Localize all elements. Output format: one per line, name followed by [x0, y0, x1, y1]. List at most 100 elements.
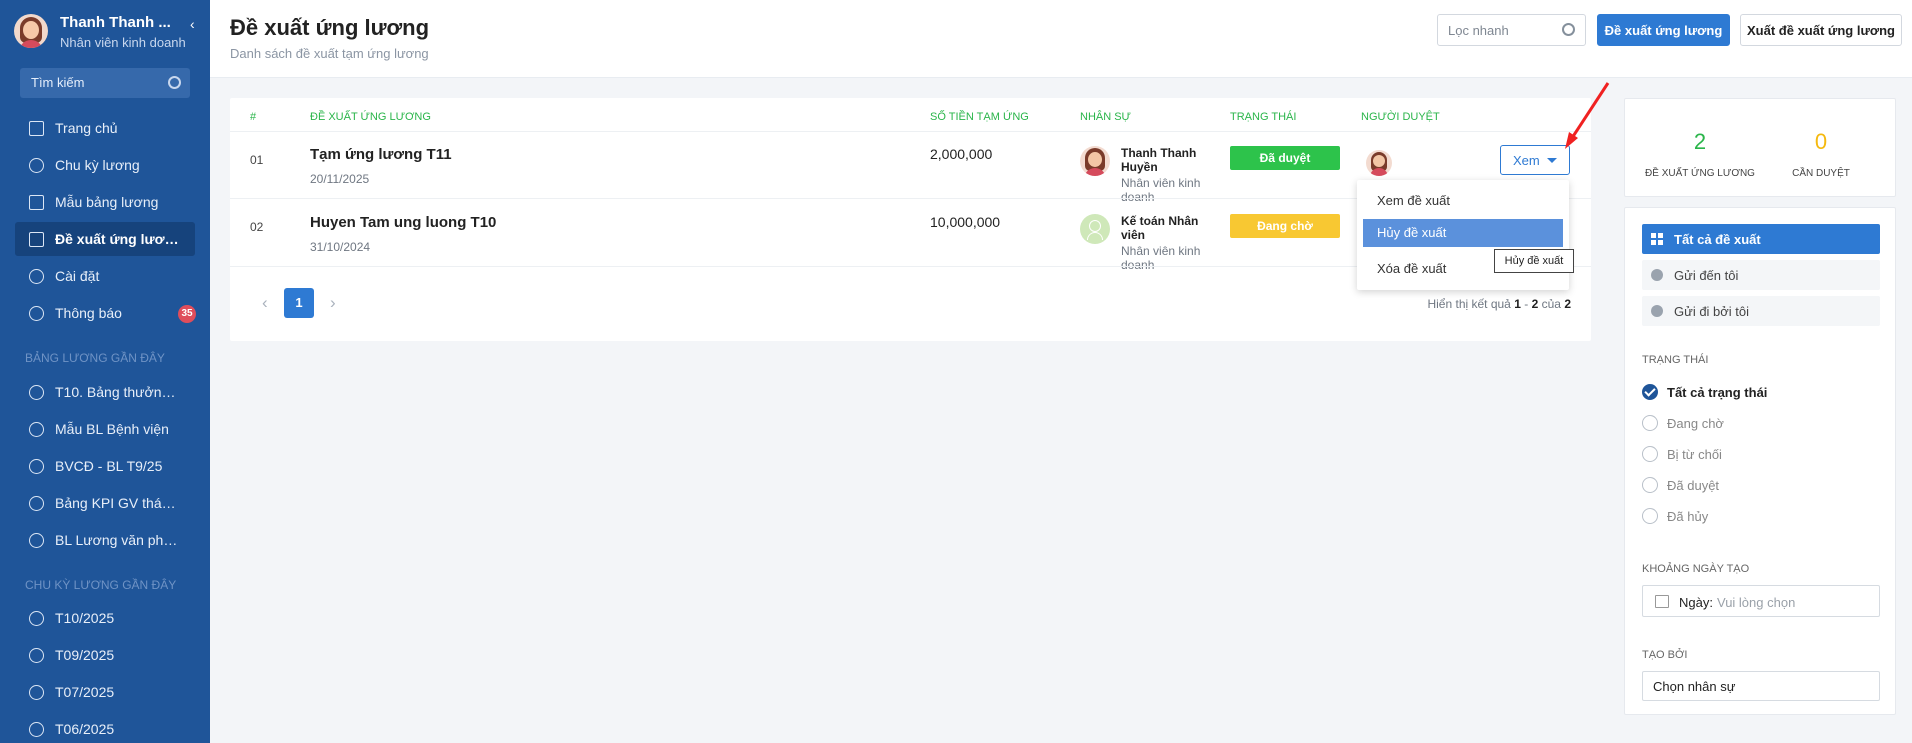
sidebar-item-payroll-template[interactable]: Mẫu bảng lương: [15, 185, 195, 219]
status-radio-approved[interactable]: [1642, 477, 1658, 493]
date-placeholder: Vui lòng chọn: [1717, 595, 1796, 610]
previous-page-icon[interactable]: ‹: [262, 293, 268, 313]
grid-icon: [1651, 233, 1663, 245]
sidebar-item-label: Mẫu bảng lương: [55, 194, 159, 210]
status-radio-pending[interactable]: [1642, 415, 1658, 431]
send-icon: [1651, 305, 1663, 317]
export-advance-button[interactable]: Xuất đề xuất ứng lương: [1740, 14, 1902, 46]
sidebar-item-advance-request[interactable]: Đề xuất ứng lương: [15, 222, 195, 256]
search-icon[interactable]: [1562, 23, 1575, 36]
status-badge: Đang chờ: [1230, 214, 1340, 238]
results-total: 2: [1564, 297, 1571, 311]
employee-role: Nhân viên kinh doanh: [1121, 244, 1201, 272]
recent-cycle-item[interactable]: T07/2025: [15, 675, 195, 709]
document-icon: [29, 232, 44, 247]
cycle-icon: [29, 722, 44, 737]
status-label-pending[interactable]: Đang chờ: [1667, 416, 1724, 431]
annotation-arrow: [1565, 82, 1610, 149]
cycle-icon: [29, 648, 44, 663]
cycle-icon: [29, 685, 44, 700]
date-label: Ngày:: [1679, 595, 1713, 610]
sidebar-search-placeholder: Tìm kiếm: [31, 75, 85, 90]
sidebar-item-label: T10. Bảng thưởng ...: [55, 384, 180, 400]
recent-payroll-item[interactable]: T10. Bảng thưởng ...: [15, 375, 195, 409]
total-requests-label: ĐỀ XUẤT ỨNG LƯƠNG: [1645, 168, 1755, 179]
status-label-approved[interactable]: Đã duyệt: [1667, 478, 1719, 493]
page-header: Đề xuất ứng lương Danh sách đề xuất tạm …: [210, 0, 1912, 78]
sidebar-search-input[interactable]: Tìm kiếm: [20, 68, 190, 98]
quick-filter-placeholder: Lọc nhanh: [1448, 23, 1509, 38]
created-by-select[interactable]: Chọn nhân sự: [1642, 671, 1880, 701]
filter-sent-to-me[interactable]: Gửi đến tôi: [1642, 260, 1880, 290]
sidebar-item-label: Chu kỳ lương: [55, 157, 140, 173]
dollar-icon: [29, 385, 44, 400]
create-advance-button[interactable]: Đề xuất ứng lương: [1597, 14, 1730, 46]
cancel-request-tooltip: Hủy đề xuất: [1494, 249, 1574, 273]
row-index: 02: [250, 220, 264, 234]
sidebar-item-label: Đề xuất ứng lương: [55, 231, 180, 247]
results-summary: Hiển thị kết quả 1 - 2 của 2: [1427, 297, 1571, 311]
recent-payroll-item[interactable]: BL Lương văn phòng: [15, 523, 195, 557]
collapse-sidebar-icon[interactable]: ‹: [190, 16, 195, 32]
search-icon[interactable]: [168, 76, 181, 89]
view-action-label: Xem: [1513, 152, 1540, 168]
request-title[interactable]: Huyen Tam ung luong T10: [310, 214, 496, 231]
column-header-employee: NHÂN SỰ: [1080, 111, 1131, 123]
results-separator: -: [1524, 297, 1529, 311]
employee-avatar: [1080, 214, 1110, 244]
recent-cycle-item[interactable]: T09/2025: [15, 638, 195, 672]
menu-item-view-request[interactable]: Xem đề xuất: [1363, 187, 1563, 215]
bell-icon: [29, 306, 44, 321]
recent-cycle-item[interactable]: T06/2025: [15, 712, 195, 743]
filter-sent-by-me[interactable]: Gửi đi bởi tôi: [1642, 296, 1880, 326]
sidebar-item-label: BL Lương văn phòng: [55, 532, 180, 548]
status-label-cancelled[interactable]: Đã hủy: [1667, 509, 1708, 524]
employee-avatar: [1080, 146, 1110, 176]
status-radio-rejected[interactable]: [1642, 446, 1658, 462]
column-header-status: TRẠNG THÁI: [1230, 111, 1297, 123]
recent-payroll-title: BẢNG LƯƠNG GẦN ĐÂY: [25, 351, 165, 365]
recent-payroll-item[interactable]: BVCĐ - BL T9/25: [15, 449, 195, 483]
status-badge: Đã duyệt: [1230, 146, 1340, 170]
sidebar: Thanh Thanh ... Nhân viên kinh doanh ‹ T…: [0, 0, 210, 743]
date-range-picker[interactable]: Ngày: Vui lòng chọn: [1642, 585, 1880, 617]
sidebar-item-home[interactable]: Trang chủ: [15, 111, 195, 145]
sidebar-item-salary-cycle[interactable]: Chu kỳ lương: [15, 148, 195, 182]
employee-role: Nhân viên kinh doanh: [1121, 176, 1201, 204]
dollar-icon: [29, 422, 44, 437]
menu-item-cancel-request[interactable]: Hủy đề xuất: [1363, 219, 1563, 247]
summary-panel: 2 ĐỀ XUẤT ỨNG LƯƠNG 0 CẦN DUYỆT: [1624, 98, 1896, 197]
quick-filter-input[interactable]: Lọc nhanh: [1437, 14, 1586, 46]
dollar-icon: [29, 496, 44, 511]
recent-payroll-item[interactable]: Mẫu BL Bệnh viện: [15, 412, 195, 446]
sidebar-item-label: Mẫu BL Bệnh viện: [55, 421, 169, 437]
home-icon: [29, 121, 44, 136]
column-header-index: #: [250, 111, 257, 123]
recent-cycle-item[interactable]: T10/2025: [15, 601, 195, 635]
sidebar-item-label: Thông báo: [55, 305, 122, 321]
status-label-all[interactable]: Tất cả trạng thái: [1667, 385, 1767, 400]
column-header-amount: SỐ TIỀN TẠM ỨNG: [930, 111, 1029, 123]
recent-cycle-title: CHU KỲ LƯƠNG GẦN ĐÂY: [25, 578, 177, 592]
page-number-button[interactable]: 1: [284, 288, 314, 318]
page-subtitle: Danh sách đề xuất tạm ứng lương: [230, 46, 429, 61]
status-radio-all[interactable]: [1642, 384, 1658, 400]
results-to: 2: [1531, 297, 1539, 311]
sidebar-item-label: Bảng KPI GV tháng...: [55, 495, 180, 511]
dollar-icon: [29, 533, 44, 548]
recent-payroll-item[interactable]: Bảng KPI GV tháng...: [15, 486, 195, 520]
status-label-rejected[interactable]: Bị từ chối: [1667, 447, 1722, 462]
chevron-down-icon: [1547, 158, 1557, 163]
pending-approval-label: CẦN DUYỆT: [1792, 168, 1850, 179]
next-page-icon[interactable]: ›: [330, 293, 336, 313]
info-icon: [1651, 269, 1663, 281]
sidebar-item-notifications[interactable]: Thông báo 35: [15, 296, 196, 330]
filter-all-requests[interactable]: Tất cả đề xuất: [1642, 224, 1880, 254]
total-requests-count: 2: [1693, 129, 1707, 154]
sidebar-item-settings[interactable]: Cài đặt: [15, 259, 195, 293]
request-title[interactable]: Tạm ứng lương T11: [310, 146, 452, 163]
user-profile[interactable]: Thanh Thanh ... Nhân viên kinh doanh ‹: [14, 12, 204, 52]
status-radio-cancelled[interactable]: [1642, 508, 1658, 524]
column-header-approver: NGƯỜI DUYỆT: [1361, 111, 1440, 123]
results-of: của: [1541, 297, 1561, 311]
